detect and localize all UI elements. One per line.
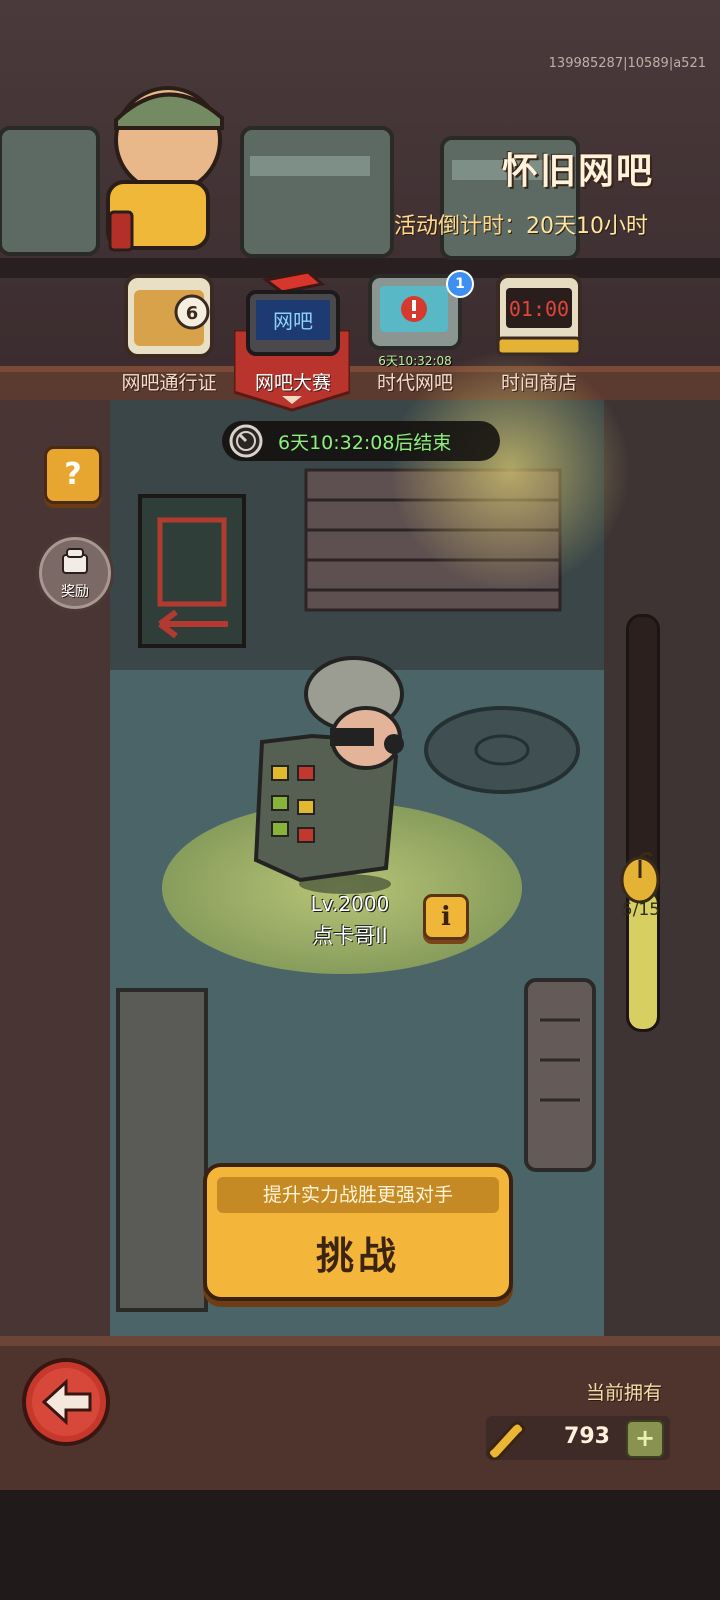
- game-scene: 139985287|10589|a521 怀旧网吧 活动倒计时：20天10小时 …: [0, 0, 720, 1600]
- netcafe-sign-icon: 网吧: [246, 270, 340, 356]
- bone-ticket-icon: [486, 1421, 526, 1461]
- tab-netcafe-contest-label: 网吧大赛: [254, 372, 331, 394]
- tab-time-shop-label: 时间商店: [500, 372, 577, 394]
- progress-bar: [626, 614, 660, 1032]
- netcafe-sidewalk-sign: [138, 494, 246, 648]
- reward-button[interactable]: 奖励: [36, 534, 114, 612]
- tab-netcafe-contest[interactable]: 网吧 网吧大赛: [238, 270, 348, 394]
- tab-era-netcafe-label: 时代网吧: [376, 372, 453, 394]
- event-end-timer: 6天10:32:08后结束: [222, 421, 500, 461]
- reward-icon: [62, 548, 88, 574]
- opponent-level: Lv.2000: [310, 892, 390, 916]
- computer-mouse-icon: [620, 852, 660, 904]
- add-currency-button[interactable]: +: [626, 1420, 664, 1458]
- progress-text: 5/15: [621, 900, 661, 920]
- owned-label: 当前拥有: [585, 1382, 662, 1404]
- tab-era-netcafe[interactable]: 1 6天10:32:08 时代网吧: [360, 270, 474, 394]
- challenge-button[interactable]: 提升实力战胜更强对手 挑战: [203, 1163, 513, 1301]
- build-id-text: 139985287|10589|a521: [548, 56, 706, 71]
- countdown-value: 20天10小时: [526, 214, 648, 239]
- notification-badge: 1: [446, 270, 474, 298]
- pass-number: 6: [186, 303, 199, 324]
- event-end-text: 6天10:32:08后结束: [278, 431, 452, 454]
- challenge-hint: 提升实力战胜更强对手: [217, 1177, 499, 1213]
- page-title: 怀旧网吧: [501, 151, 654, 192]
- event-countdown: 活动倒计时：20天10小时: [394, 208, 648, 240]
- help-button[interactable]: ?: [44, 446, 102, 504]
- currency-display: 793 +: [486, 1416, 670, 1461]
- back-button[interactable]: [20, 1356, 112, 1448]
- sign-text: 网吧: [273, 309, 313, 333]
- challenge-label: 挑战: [315, 1234, 400, 1278]
- opponent-name: 点卡哥II: [312, 924, 388, 948]
- clock-text: 01:00: [509, 297, 569, 321]
- tab-time-shop[interactable]: 01:00 时间商店: [484, 270, 594, 394]
- reward-label: 奖励: [61, 584, 89, 600]
- countdown-label: 活动倒计时：: [393, 214, 526, 239]
- player-character: [106, 86, 224, 252]
- opponent-info-button[interactable]: i: [423, 894, 469, 940]
- digital-clock-icon: 01:00: [496, 274, 582, 356]
- pass-card-icon: 6: [124, 274, 214, 358]
- currency-amount: 793: [564, 1424, 610, 1449]
- tab-netcafe-pass-label: 网吧通行证: [121, 372, 217, 394]
- tab-era-netcafe-timer: 6天10:32:08: [378, 354, 452, 368]
- tab-netcafe-pass[interactable]: 6 网吧通行证: [114, 270, 224, 394]
- stopwatch-icon: [229, 424, 263, 458]
